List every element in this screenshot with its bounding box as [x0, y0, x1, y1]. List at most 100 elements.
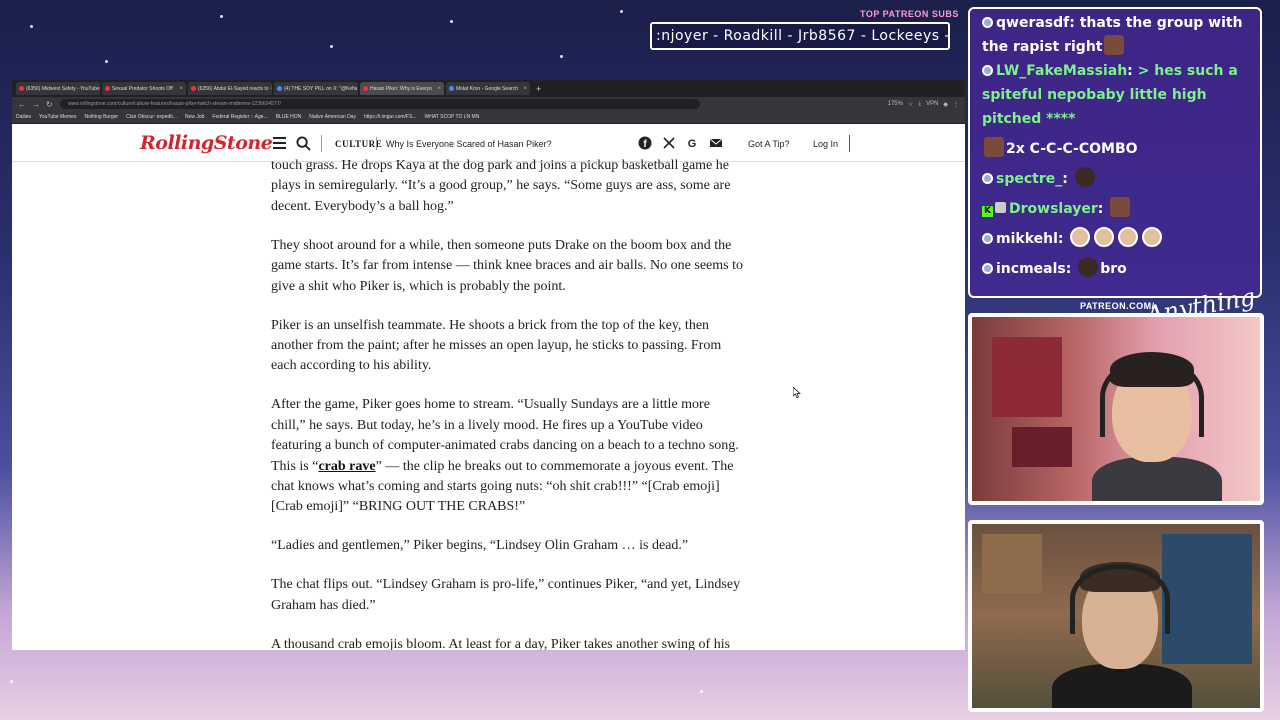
headphones-icon — [1100, 357, 1204, 437]
emote-icon — [1110, 197, 1131, 217]
chat-badge-icon — [982, 173, 993, 184]
star — [700, 690, 703, 693]
mod-badge-icon — [995, 202, 1006, 213]
article-body: touch grass. He drops Kaya at the dog pa… — [271, 158, 746, 650]
extensions-icon[interactable]: ◆ — [943, 101, 948, 108]
download-icon[interactable]: ⤓ — [918, 101, 921, 108]
bookmark[interactable]: Native American Day — [309, 114, 356, 120]
close-icon[interactable]: × — [437, 86, 441, 92]
chat-username: spectre_ — [996, 171, 1063, 187]
x-twitter-icon[interactable] — [662, 136, 676, 150]
star — [10, 680, 13, 683]
chat-message: K Drowslayer: — [982, 197, 1248, 221]
browser-tab[interactable]: Molat Kroo - Google Search × — [446, 82, 530, 95]
bookmark[interactable]: WHAT SCOP TO LN MN — [424, 114, 479, 120]
bookmark[interactable]: BLUE HON — [276, 114, 302, 120]
chat-text: bro — [1100, 261, 1127, 277]
emote-icon — [1094, 227, 1115, 247]
got-a-tip-link[interactable]: Got A Tip? — [748, 139, 790, 149]
email-icon[interactable] — [709, 136, 723, 150]
chat-username: mikkehl — [996, 231, 1058, 247]
article-paragraph: After the game, Piker goes home to strea… — [271, 395, 746, 517]
background-shelf — [1162, 534, 1252, 664]
star — [330, 45, 333, 48]
youtube-icon — [105, 86, 110, 91]
reload-icon[interactable]: ↻ — [46, 100, 54, 109]
forward-icon[interactable]: → — [32, 100, 40, 109]
facebook-icon[interactable]: f — [638, 136, 652, 150]
back-icon[interactable]: ← — [18, 100, 26, 109]
browser-window: (6356) Midwest Safety - YouTube× Sexual … — [12, 80, 965, 650]
bookmark[interactable]: https://i.imgur.com/FS... — [364, 114, 417, 120]
url-input[interactable]: www.rollingstone.com/culture/culture-fea… — [60, 99, 700, 109]
guest-body — [1052, 664, 1192, 708]
star — [105, 60, 108, 63]
bookmark[interactable]: Clair Obscur: expedit... — [126, 114, 177, 120]
chat-message: mikkehl: — [982, 227, 1248, 251]
crab-rave-link[interactable]: crab rave — [318, 459, 375, 474]
new-tab-button[interactable]: + — [536, 84, 541, 94]
google-icon[interactable]: G — [685, 136, 699, 150]
bookmark[interactable]: Dailies — [16, 114, 31, 120]
google-icon — [449, 86, 454, 91]
bookmark[interactable]: Federal Register :: Age... — [212, 114, 267, 120]
headphones-icon — [1070, 564, 1170, 634]
close-icon[interactable]: × — [523, 86, 527, 92]
close-icon[interactable]: × — [179, 86, 183, 92]
mouse-cursor-icon — [793, 387, 801, 398]
chat-message: incmeals: bro — [982, 257, 1248, 281]
browser-tab-active[interactable]: Hasan Piker: Why is Everyo × — [360, 82, 444, 95]
header-article-title: Why Is Everyone Scared of Hasan Piker? — [386, 139, 552, 149]
browser-tab[interactable]: (4) THE SOY PILL on X: "@Kefiu × — [274, 82, 358, 95]
webcam-guest — [968, 520, 1264, 712]
chat-message: LW_FakeMassiah: > hes such a spiteful ne… — [982, 63, 1238, 127]
zoom-indicator[interactable]: 175% — [888, 101, 903, 108]
tab-label: (6356) Abdul El-Sayed reacts to — [198, 85, 269, 92]
browser-tab[interactable]: (6356) Midwest Safety - YouTube× — [16, 82, 100, 95]
emote-icon — [1078, 257, 1099, 277]
site-logo[interactable]: RollingStone — [140, 132, 273, 154]
chat-badge-icon — [982, 65, 993, 76]
article-paragraph: “Ladies and gentlemen,” Piker begins, “L… — [271, 538, 689, 554]
chat-badge-icon — [982, 233, 993, 244]
emote-icon — [984, 137, 1004, 157]
bookmarks-bar: Dailies YouTube Memes Nothing Burger Cla… — [12, 111, 965, 124]
youtube-icon — [19, 86, 24, 91]
star-icon[interactable]: ☆ — [908, 101, 913, 108]
article-paragraph: They shoot around for a while, then some… — [271, 237, 743, 294]
bookmark[interactable]: Nothing Burger — [84, 114, 118, 120]
emote-icon — [1074, 167, 1095, 187]
chat-username: incmeals — [996, 261, 1066, 277]
chat-badge-icon — [982, 263, 993, 274]
kick-icon: K — [982, 206, 993, 217]
chat-message: 2x C-C-C-COMBO — [982, 137, 1248, 161]
star — [450, 20, 453, 23]
close-icon[interactable]: × — [271, 86, 272, 92]
youtube-icon — [191, 86, 196, 91]
patreon-ticker: :njoyer - Roadkill - Jrb8567 - Lockeeys … — [650, 22, 950, 50]
background-shelf — [982, 534, 1042, 594]
article-paragraph: The chat flips out. “Lindsey Graham is p… — [271, 577, 741, 613]
browser-toolbar: 175% ☆ ⤓ VPN ◆ ⋮ — [888, 101, 959, 108]
tab-bar: (6356) Midwest Safety - YouTube× Sexual … — [12, 80, 965, 97]
chat-username: qwerasdf — [996, 15, 1070, 31]
chat-combo-text: 2x C-C-C-COMBO — [1006, 141, 1138, 157]
menu-dots-icon[interactable]: ⋮ — [953, 101, 959, 108]
tab-label: (6356) Midwest Safety - YouTube — [26, 85, 100, 92]
rollingstone-icon — [363, 86, 368, 91]
header-divider — [849, 135, 850, 152]
browser-tab[interactable]: Sexual Predator Shoots Off × — [102, 82, 186, 95]
bookmark[interactable]: YouTube Memes — [39, 114, 76, 120]
tab-label: (4) THE SOY PILL on X: "@Kefiu — [284, 85, 358, 92]
search-icon[interactable] — [296, 136, 311, 151]
svg-text:G: G — [688, 138, 697, 150]
login-link[interactable]: Log In — [813, 139, 838, 149]
tab-label: Molat Kroo - Google Search — [456, 85, 518, 92]
browser-tab[interactable]: (6356) Abdul El-Sayed reacts to× — [188, 82, 272, 95]
hamburger-menu-icon[interactable] — [273, 137, 286, 149]
vpn-badge[interactable]: VPN — [926, 101, 938, 108]
background-shelf — [992, 337, 1062, 417]
star — [30, 25, 33, 28]
chat-username: LW_FakeMassiah — [996, 63, 1128, 79]
bookmark[interactable]: Now Job — [185, 114, 204, 120]
